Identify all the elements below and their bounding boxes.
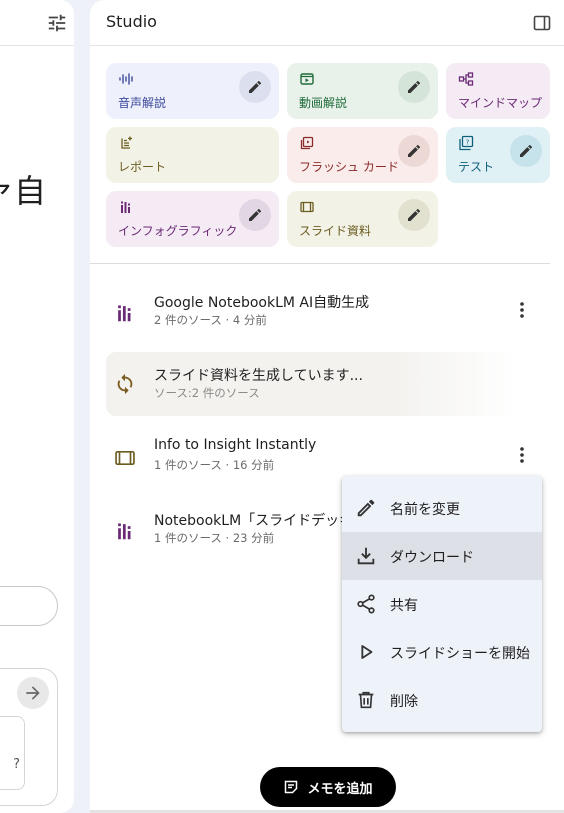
context-menu: 名前を変更 ダウンロード 共有 スライドショーを開始 削除: [342, 476, 542, 732]
quiz-icon: ?: [458, 135, 474, 151]
tile-infographic[interactable]: インフォグラフィック: [106, 191, 279, 247]
chat-heading-partial: ァ自: [0, 172, 47, 210]
arrow-right-icon: [26, 686, 40, 700]
pencil-icon: [520, 144, 533, 157]
tile-flashcards[interactable]: フラッシュ カード: [287, 127, 438, 183]
add-note-button[interactable]: メモを追加: [260, 767, 396, 807]
tile-label: 音声解説: [118, 96, 167, 110]
add-note-label: メモを追加: [307, 781, 373, 797]
tile-audio-overview[interactable]: 音声解説: [106, 63, 279, 119]
edit-button[interactable]: [510, 135, 542, 167]
note-subtitle: ソース:2 件のソース: [154, 386, 260, 400]
share-icon: [355, 593, 377, 615]
edit-button[interactable]: [398, 71, 430, 103]
pencil-icon: [249, 80, 262, 93]
send-button[interactable]: [17, 677, 49, 709]
pencil-icon: [408, 144, 421, 157]
panel-toggle-icon[interactable]: [532, 13, 552, 33]
tile-label: レポート: [118, 160, 167, 174]
infographic-icon: [114, 520, 136, 542]
tile-video-overview[interactable]: 動画解説: [287, 63, 438, 119]
mind-map-icon: [458, 71, 474, 87]
play-icon: [355, 641, 377, 663]
slides-icon: [299, 199, 315, 215]
tile-mind-map[interactable]: マインドマップ: [446, 63, 550, 119]
more-vert-icon[interactable]: [512, 441, 532, 469]
menu-item-label: 名前を変更: [390, 502, 460, 518]
svg-text:?: ?: [466, 139, 470, 147]
download-icon: [355, 545, 377, 567]
menu-item-download[interactable]: ダウンロード: [342, 532, 542, 580]
tile-slide-deck[interactable]: スライド資料: [287, 191, 438, 247]
chat-pill-input[interactable]: [0, 586, 58, 626]
flashcard-icon: [299, 135, 315, 151]
tile-report[interactable]: レポート: [106, 127, 279, 183]
studio-title: Studio: [106, 12, 157, 31]
tile-label: フラッシュ カード: [299, 160, 399, 174]
pencil-icon: [355, 497, 377, 519]
report-icon: [118, 135, 134, 151]
studio-header: Studio: [90, 0, 564, 46]
pencil-icon: [249, 208, 262, 221]
tune-icon[interactable]: [46, 12, 68, 34]
menu-item-rename[interactable]: 名前を変更: [342, 484, 542, 532]
edit-button[interactable]: [398, 199, 430, 231]
note-subtitle: 2 件のソース · 4 分前: [154, 313, 267, 327]
menu-item-label: ダウンロード: [390, 550, 474, 566]
menu-item-label: 共有: [390, 598, 418, 614]
tile-label: 動画解説: [299, 96, 348, 110]
note-icon: [285, 780, 298, 794]
tile-label: インフォグラフィック: [118, 224, 238, 238]
menu-item-label: 削除: [390, 694, 418, 710]
trash-icon: [355, 689, 377, 711]
pencil-icon: [408, 80, 421, 93]
tile-label: スライド資料: [299, 224, 372, 238]
slides-icon: [114, 447, 136, 469]
menu-item-share[interactable]: 共有: [342, 580, 542, 628]
tile-quiz[interactable]: ? テスト: [446, 127, 550, 183]
note-title: Google NotebookLM AI自動生成: [154, 295, 370, 311]
note-title: NotebookLM「スライドデッキ: [154, 513, 354, 529]
audio-waveform-icon: [118, 71, 134, 87]
tile-label: テスト: [458, 160, 495, 174]
more-vert-icon[interactable]: [512, 296, 532, 324]
note-subtitle: 1 件のソース · 16 分前: [154, 458, 275, 472]
suggestion-text-partial: ?: [13, 757, 20, 772]
note-title: スライド資料を生成しています...: [154, 368, 363, 384]
note-subtitle: 1 件のソース · 23 分前: [154, 531, 275, 545]
edit-button[interactable]: [239, 199, 271, 231]
studio-divider: [90, 263, 550, 264]
menu-item-delete[interactable]: 削除: [342, 676, 542, 724]
infographic-icon: [114, 302, 136, 324]
edit-button[interactable]: [398, 135, 430, 167]
edit-button[interactable]: [239, 71, 271, 103]
menu-item-label: スライドショーを開始: [390, 646, 530, 662]
tile-label: マインドマップ: [458, 96, 543, 110]
suggestion-card[interactable]: ?: [0, 716, 25, 790]
sync-icon: [114, 373, 136, 395]
note-title: Info to Insight Instantly: [154, 437, 317, 453]
pencil-icon: [408, 208, 421, 221]
generating-item: スライド資料を生成しています... ソース:2 件のソース: [106, 352, 518, 416]
infographic-icon: [118, 199, 134, 215]
note-item[interactable]: Google NotebookLM AI自動生成 2 件のソース · 4 分前: [106, 284, 550, 340]
menu-item-start-slideshow[interactable]: スライドショーを開始: [342, 628, 542, 676]
video-play-icon: [299, 71, 315, 87]
chat-panel: ァ自 ?: [0, 0, 74, 813]
